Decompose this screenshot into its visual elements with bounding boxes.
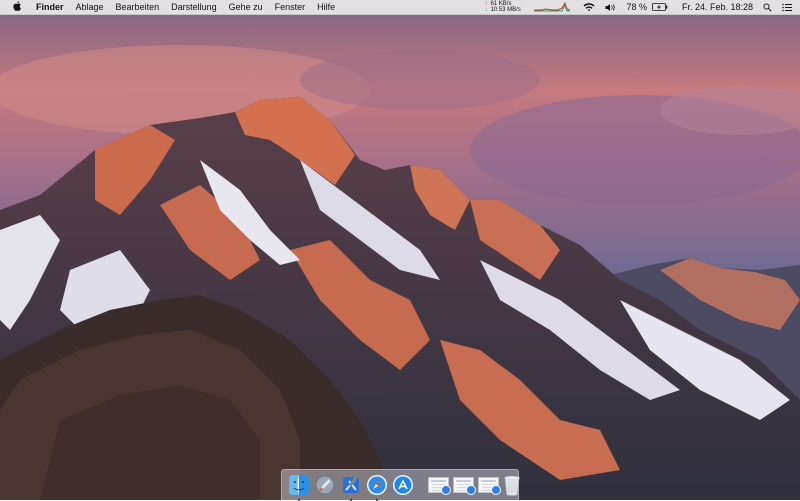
dock-safari[interactable]: [366, 474, 388, 501]
dock-stack-2[interactable]: [453, 474, 476, 497]
volume-icon[interactable]: [605, 3, 616, 12]
menu-finder[interactable]: Finder: [28, 2, 70, 12]
mountain-landscape: [0, 0, 800, 500]
app-store-icon: [393, 475, 413, 495]
desktop-wallpaper: [0, 0, 800, 500]
launchpad-icon: [315, 475, 335, 495]
document-stack-icon: [453, 477, 476, 495]
menu-ablage[interactable]: Ablage: [70, 2, 110, 12]
dock-finder[interactable]: [288, 474, 310, 501]
dock-xcode[interactable]: [340, 474, 362, 501]
document-stack-icon: [478, 477, 501, 495]
battery-percentage[interactable]: 78 %: [626, 2, 647, 12]
menu-darstellung[interactable]: Darstellung: [165, 2, 223, 12]
menu-gehe-zu[interactable]: Gehe zu: [223, 2, 269, 12]
apple-menu-icon[interactable]: [0, 0, 28, 14]
dock-app-store[interactable]: [392, 474, 414, 497]
menu-fenster[interactable]: Fenster: [269, 2, 312, 12]
spotlight-search-icon[interactable]: [763, 2, 772, 12]
wifi-icon[interactable]: [583, 2, 595, 12]
dock: [281, 469, 521, 501]
network-graph-icon[interactable]: [534, 1, 571, 13]
xcode-icon: [343, 475, 359, 493]
dock-launchpad[interactable]: [314, 474, 336, 497]
date-time[interactable]: Fr. 24. Feb. 18:28: [682, 2, 753, 12]
menu-bearbeiten[interactable]: Bearbeiten: [110, 2, 166, 12]
finder-icon: [289, 475, 309, 495]
network-monitor[interactable]: ↑ 61 KB/s ↓ 10.53 MB/s: [484, 1, 532, 14]
document-stack-icon: [428, 477, 451, 495]
dock-stack-1[interactable]: [428, 474, 451, 497]
trash-icon: [504, 475, 520, 496]
battery-charging-icon[interactable]: [652, 3, 668, 11]
menu-hilfe[interactable]: Hilfe: [311, 2, 341, 12]
download-speed: 10.53 MB/s: [490, 7, 521, 13]
dock-stack-3[interactable]: [478, 474, 501, 497]
dock-trash[interactable]: [503, 474, 521, 497]
notification-center-icon[interactable]: [782, 3, 792, 12]
safari-icon: [367, 475, 387, 495]
status-menus: ↑ 61 KB/s ↓ 10.53 MB/s 78 % Fr. 24. Feb. 1…: [484, 0, 800, 14]
menu-bar: Finder Ablage Bearbeiten Darstellung Geh…: [0, 0, 800, 15]
